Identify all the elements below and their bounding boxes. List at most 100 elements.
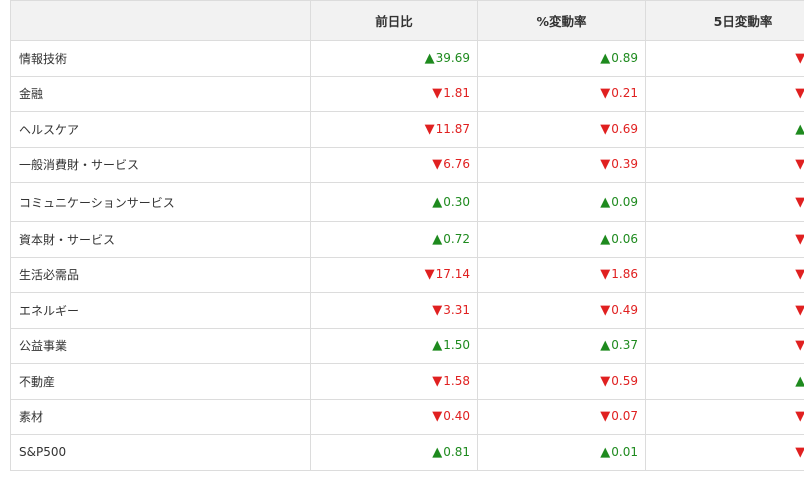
sector-name: 資本財・サービス <box>10 221 311 258</box>
triangle-down-icon: ▼ <box>600 302 611 318</box>
change-value: 0.07 <box>611 409 638 424</box>
day-change-cell: ▲0.81 <box>310 434 478 471</box>
table-header: 前日比 %変動率 5日変動率 <box>10 0 804 41</box>
triangle-up-icon: ▲ <box>432 338 443 354</box>
sector-name: 情報技術 <box>10 40 311 77</box>
5day-change-cell: ▼2.58 <box>645 75 804 112</box>
change-value: 0.72 <box>443 231 470 246</box>
table-row: 素材▼0.40▼0.07▼1.52 <box>10 398 804 435</box>
triangle-down-icon: ▼ <box>795 409 804 424</box>
header-day-change: 前日比 <box>310 0 478 41</box>
triangle-down-icon: ▼ <box>432 157 443 173</box>
table-row: 情報技術▲39.69▲0.89▼4.37 <box>10 40 804 77</box>
triangle-up-icon: ▲ <box>424 50 435 66</box>
percent-change-cell: ▼0.07 <box>477 398 646 435</box>
triangle-up-icon: ▲ <box>600 338 611 354</box>
table-row: 金融▼1.81▼0.21▼2.58 <box>10 75 804 112</box>
triangle-up-icon: ▲ <box>432 194 443 210</box>
percent-change-cell: ▲0.37 <box>477 327 646 364</box>
triangle-down-icon: ▼ <box>795 86 804 101</box>
triangle-down-icon: ▼ <box>600 157 611 173</box>
change-value: 0.21 <box>611 86 638 101</box>
triangle-down-icon: ▼ <box>795 195 804 210</box>
sector-table-container: 前日比 %変動率 5日変動率 情報技術▲39.69▲0.89▼4.37金融▼1.… <box>10 0 804 471</box>
triangle-down-icon: ▼ <box>600 267 611 283</box>
triangle-up-icon: ▲ <box>432 444 443 460</box>
sector-name: 素材 <box>10 398 311 435</box>
sector-name: 金融 <box>10 75 311 112</box>
change-value: 0.81 <box>443 444 470 459</box>
triangle-up-icon: ▲ <box>795 374 804 389</box>
5day-change-cell: ▼4.46 <box>645 182 804 222</box>
sector-performance-table: 前日比 %変動率 5日変動率 情報技術▲39.69▲0.89▼4.37金融▼1.… <box>10 0 804 471</box>
percent-change-cell: ▼0.59 <box>477 363 646 400</box>
change-value: 0.49 <box>611 302 638 317</box>
change-value: 0.37 <box>611 338 638 353</box>
triangle-down-icon: ▼ <box>795 338 804 353</box>
change-value: 1.58 <box>443 373 470 388</box>
triangle-down-icon: ▼ <box>424 121 435 137</box>
change-value: 0.30 <box>443 194 470 209</box>
percent-change-cell: ▼0.69 <box>477 111 646 148</box>
5day-change-cell: ▼1.52 <box>645 398 804 435</box>
triangle-up-icon: ▲ <box>432 231 443 247</box>
day-change-cell: ▲39.69 <box>310 40 478 77</box>
change-value: 3.31 <box>443 302 470 317</box>
change-value: 6.76 <box>443 157 470 172</box>
day-change-cell: ▲0.30 <box>310 182 478 222</box>
table-body: 情報技術▲39.69▲0.89▼4.37金融▼1.81▼0.21▼2.58ヘルス… <box>10 40 804 471</box>
header-5day-change: 5日変動率 <box>645 0 804 41</box>
change-value: 0.89 <box>611 50 638 65</box>
5day-change-cell: ▼4.37 <box>645 40 804 77</box>
day-change-cell: ▼11.87 <box>310 111 478 148</box>
sector-name: 一般消費財・サービス <box>10 146 311 183</box>
day-change-cell: ▼17.14 <box>310 256 478 293</box>
sector-name: S&P500 <box>10 434 311 471</box>
5day-change-cell: ▲1.00 <box>645 111 804 148</box>
table-row: 不動産▼1.58▼0.59▲0.78 <box>10 363 804 400</box>
day-change-cell: ▲0.72 <box>310 221 478 258</box>
triangle-down-icon: ▼ <box>432 409 443 425</box>
triangle-up-icon: ▲ <box>600 50 611 66</box>
day-change-cell: ▼1.81 <box>310 75 478 112</box>
triangle-down-icon: ▼ <box>795 445 804 460</box>
percent-change-cell: ▲0.89 <box>477 40 646 77</box>
table-row: 一般消費財・サービス▼6.76▼0.39▼5.85 <box>10 146 804 183</box>
triangle-down-icon: ▼ <box>795 51 804 66</box>
day-change-cell: ▲1.50 <box>310 327 478 364</box>
sector-name: ヘルスケア <box>10 111 311 148</box>
change-value: 39.69 <box>435 50 470 65</box>
5day-change-cell: ▼0.65 <box>645 327 804 364</box>
sector-name: コミュニケーションサービス <box>10 182 311 222</box>
5day-change-cell: ▼5.85 <box>645 146 804 183</box>
triangle-down-icon: ▼ <box>795 232 804 247</box>
change-value: 17.14 <box>435 267 470 282</box>
triangle-up-icon: ▲ <box>795 122 804 137</box>
percent-change-cell: ▲0.09 <box>477 182 646 222</box>
percent-change-cell: ▼0.21 <box>477 75 646 112</box>
table-row: ヘルスケア▼11.87▼0.69▲1.00 <box>10 111 804 148</box>
triangle-down-icon: ▼ <box>795 157 804 172</box>
triangle-down-icon: ▼ <box>795 267 804 282</box>
percent-change-cell: ▲0.06 <box>477 221 646 258</box>
5day-change-cell: ▲0.78 <box>645 363 804 400</box>
triangle-down-icon: ▼ <box>424 267 435 283</box>
day-change-cell: ▼0.40 <box>310 398 478 435</box>
percent-change-cell: ▼0.49 <box>477 292 646 329</box>
sector-name: エネルギー <box>10 292 311 329</box>
change-value: 0.06 <box>611 231 638 246</box>
table-row: 公益事業▲1.50▲0.37▼0.65 <box>10 327 804 364</box>
triangle-up-icon: ▲ <box>600 194 611 210</box>
triangle-down-icon: ▼ <box>600 86 611 102</box>
day-change-cell: ▼3.31 <box>310 292 478 329</box>
day-change-cell: ▼1.58 <box>310 363 478 400</box>
change-value: 0.59 <box>611 373 638 388</box>
change-value: 0.69 <box>611 121 638 136</box>
triangle-down-icon: ▼ <box>600 373 611 389</box>
change-value: 1.81 <box>443 86 470 101</box>
triangle-down-icon: ▼ <box>432 302 443 318</box>
change-value: 1.86 <box>611 267 638 282</box>
triangle-down-icon: ▼ <box>600 409 611 425</box>
table-row: 資本財・サービス▲0.72▲0.06▼2.74 <box>10 221 804 258</box>
triangle-up-icon: ▲ <box>600 231 611 247</box>
